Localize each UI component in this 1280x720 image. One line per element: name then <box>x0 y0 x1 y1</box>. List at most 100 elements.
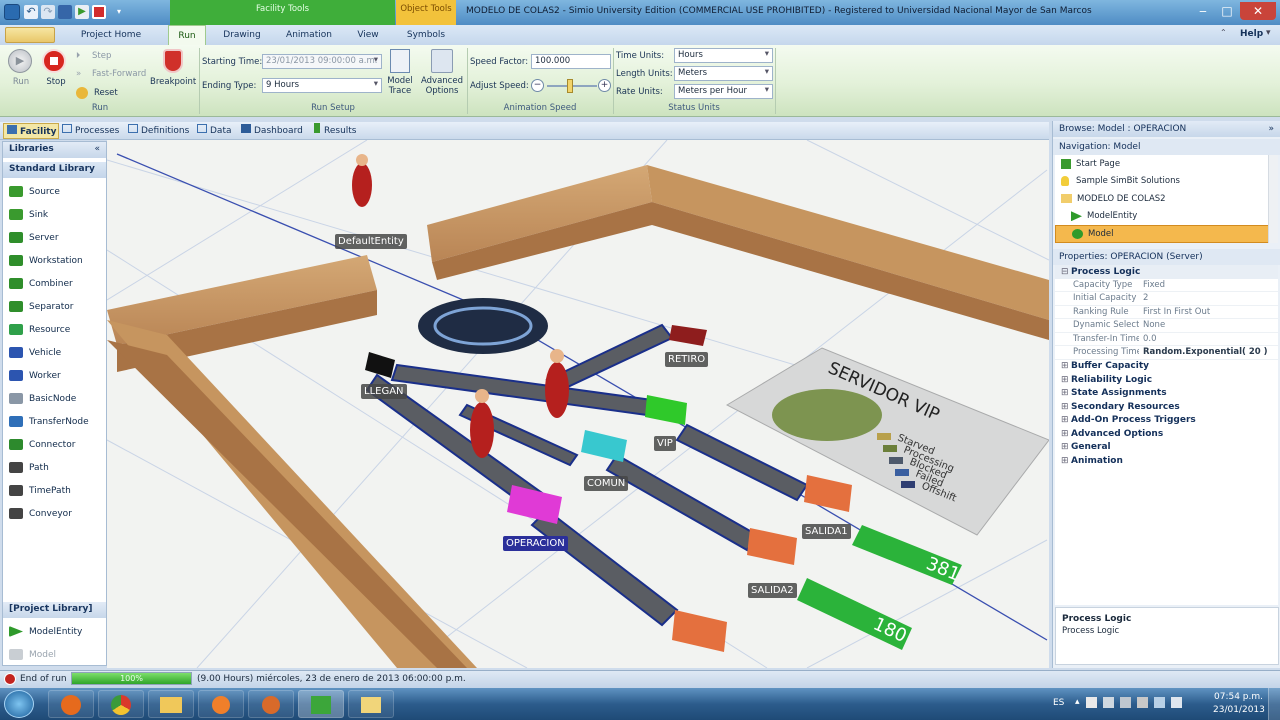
tab-symbols[interactable]: Symbols <box>404 25 448 45</box>
library-item-conveyor[interactable]: Conveyor <box>3 502 106 525</box>
property-value[interactable]: 0.0 <box>1139 334 1278 344</box>
zoom-out-icon[interactable]: − <box>531 79 544 92</box>
speed-slider[interactable]: − + <box>531 78 611 94</box>
library-item-source[interactable]: Source <box>3 180 106 203</box>
save-icon[interactable] <box>58 5 72 19</box>
taskbar-chrome-icon[interactable] <box>98 690 144 718</box>
tab-drawing[interactable]: Drawing <box>220 25 264 45</box>
tray-network-icon[interactable] <box>1102 697 1114 708</box>
library-item-sink[interactable]: Sink <box>3 203 106 226</box>
property-value[interactable]: None <box>1139 320 1278 330</box>
file-menu-button[interactable] <box>5 27 55 43</box>
property-row[interactable]: Processing Time Random.Exponential( 20 ) <box>1055 346 1278 360</box>
facility-view[interactable]: 381 180 SERVIDOR VIP Starved Processing Bl… <box>107 140 1049 668</box>
property-row[interactable]: Ranking Rule First In First Out <box>1055 306 1278 319</box>
library-item-timepath[interactable]: TimePath <box>3 479 106 502</box>
breakpoint-button[interactable]: Breakpoint <box>150 49 196 91</box>
standard-library-header[interactable]: Standard Library <box>3 162 106 178</box>
expand-icon[interactable]: ⊞ <box>1061 361 1071 371</box>
nav-item-project[interactable]: MODELO DE COLAS2 <box>1055 190 1278 208</box>
tray-printer-icon[interactable] <box>1119 697 1131 708</box>
run-button[interactable]: ▶ Run <box>8 49 34 89</box>
taskbar-explorer-icon[interactable] <box>148 690 194 718</box>
library-item-path[interactable]: Path <box>3 456 106 479</box>
property-category[interactable]: ⊞ Add-On Process Triggers <box>1055 414 1278 428</box>
tab-processes[interactable]: Processes <box>62 123 119 139</box>
undo-icon[interactable]: ↶ <box>24 5 38 19</box>
advanced-options-button[interactable]: Advanced Options <box>419 49 465 96</box>
speed-factor-field[interactable]: 100.000 <box>531 54 611 69</box>
tray-app-icon[interactable] <box>1136 697 1148 708</box>
library-item-combiner[interactable]: Combiner <box>3 272 106 295</box>
clock-date[interactable]: 23/01/2013 <box>1213 705 1265 715</box>
model-trace-button[interactable]: Model Trace <box>384 49 416 96</box>
property-row[interactable]: Transfer-In Time 0.0 <box>1055 333 1278 346</box>
library-item-resource[interactable]: Resource <box>3 318 106 341</box>
library-item-workstation[interactable]: Workstation <box>3 249 106 272</box>
redo-icon[interactable]: ↷ <box>41 5 55 19</box>
nav-item-start-page[interactable]: Start Page <box>1055 155 1278 173</box>
app-menu-button[interactable] <box>4 4 20 20</box>
tab-facility[interactable]: Facility <box>3 123 59 139</box>
taskbar-simio-icon[interactable] <box>298 690 344 718</box>
library-item-separator[interactable]: Separator <box>3 295 106 318</box>
property-value[interactable]: Random.Exponential( 20 ) <box>1139 347 1278 357</box>
expand-icon[interactable]: ⊞ <box>1061 429 1071 439</box>
tray-chevron-icon[interactable]: ▴ <box>1075 697 1080 711</box>
property-row[interactable]: Initial Capacity 2 <box>1055 292 1278 306</box>
nav-item-sample-simbit[interactable]: Sample SimBit Solutions <box>1055 173 1278 191</box>
tab-view[interactable]: View <box>352 25 384 45</box>
expand-icon[interactable]: ⊞ <box>1061 388 1071 398</box>
tray-volume-icon[interactable] <box>1170 697 1182 708</box>
nav-item-model[interactable]: Model <box>1055 225 1278 243</box>
property-row[interactable]: Dynamic Selectio...None <box>1055 319 1278 333</box>
library-item-model[interactable]: Model <box>3 643 106 666</box>
show-desktop-button[interactable] <box>1268 688 1280 720</box>
property-category[interactable]: ⊞ General <box>1055 441 1278 455</box>
length-units-select[interactable]: Meters ▾ <box>674 66 773 81</box>
rate-units-select[interactable]: Meters per Hour ▾ <box>674 84 773 99</box>
reset-button[interactable]: Reset <box>76 87 118 99</box>
help-menu-icon[interactable]: ▾ <box>1266 28 1271 38</box>
taskbar-firefox-icon[interactable] <box>48 690 94 718</box>
expand-icon[interactable]: ⊞ <box>1061 456 1071 466</box>
project-library-header[interactable]: [Project Library] <box>3 602 106 618</box>
tab-dashboard[interactable]: Dashboard <box>241 123 303 139</box>
tab-project-home[interactable]: Project Home <box>80 25 142 45</box>
library-item-modelentity[interactable]: ModelEntity <box>3 620 106 643</box>
fast-forward-button[interactable]: » Fast-Forward <box>76 69 146 79</box>
library-item-transfernode[interactable]: TransferNode <box>3 410 106 433</box>
property-category[interactable]: ⊞ Secondary Resources <box>1055 400 1278 414</box>
collapse-icon[interactable]: « <box>94 144 100 156</box>
tray-device-icon[interactable] <box>1153 697 1165 708</box>
property-value[interactable]: Fixed <box>1139 280 1278 290</box>
zoom-in-icon[interactable]: + <box>598 79 611 92</box>
expand-icon[interactable]: ⊞ <box>1061 375 1071 385</box>
start-button-icon[interactable] <box>4 690 34 718</box>
property-category[interactable]: ⊞ State Assignments <box>1055 387 1278 401</box>
expand-icon[interactable]: ⊞ <box>1061 402 1071 412</box>
library-item-worker[interactable]: Worker <box>3 364 106 387</box>
ribbon-collapse-icon[interactable]: ⌃ <box>1220 28 1227 37</box>
taskbar-folder-icon[interactable] <box>348 690 394 718</box>
stop-icon[interactable] <box>92 5 106 19</box>
property-category[interactable]: ⊞ Buffer Capacity <box>1055 360 1278 374</box>
operacion-label[interactable]: OPERACION <box>503 536 568 551</box>
tab-animation[interactable]: Animation <box>284 25 334 45</box>
property-category-process-logic[interactable]: ⊟ Process Logic <box>1055 265 1278 279</box>
property-value[interactable]: 2 <box>1139 293 1278 303</box>
property-category[interactable]: ⊞ Reliability Logic <box>1055 373 1278 387</box>
nav-item-modelentity[interactable]: ModelEntity <box>1055 208 1278 226</box>
clock-time[interactable]: 07:54 p.m. <box>1214 692 1263 702</box>
starting-time-field[interactable]: 23/01/2013 09:00:00 a.m. ▾ <box>262 54 382 69</box>
collapse-icon[interactable]: ⊟ <box>1061 267 1071 277</box>
slider-thumb[interactable] <box>567 79 573 93</box>
close-button[interactable]: ✕ <box>1240 2 1276 20</box>
nav-scrollbar[interactable] <box>1268 155 1278 243</box>
library-item-connector[interactable]: Connector <box>3 433 106 456</box>
run-icon[interactable]: ▶ <box>75 5 89 19</box>
property-row[interactable]: Capacity Type Fixed <box>1055 279 1278 292</box>
ending-type-select[interactable]: 9 Hours ▾ <box>262 78 382 93</box>
property-value[interactable]: First In First Out <box>1139 307 1278 317</box>
language-indicator[interactable]: ES <box>1053 698 1064 708</box>
